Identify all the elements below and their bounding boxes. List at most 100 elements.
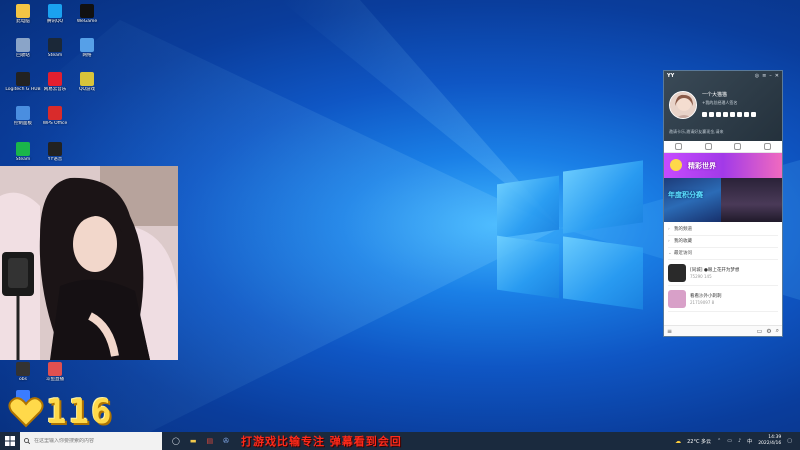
- skin-icon[interactable]: ◎: [755, 73, 759, 79]
- taskbar-app-icon[interactable]: ▤: [206, 437, 213, 445]
- list-item[interactable]: 看看沙外小刺刺 21719097 8: [668, 286, 778, 312]
- search-icon: [24, 438, 30, 444]
- clock[interactable]: 14:39 2022/4/16: [758, 435, 781, 447]
- panel-header: YY ◎ ≡ – ✕ 一个大猫猫 +我的总经理人签名 邀请卡乐,邀请好友赢现金,…: [664, 71, 782, 141]
- desktop-icon-label: 控制面板: [14, 121, 32, 126]
- channel-list[interactable]: › 我的频道 › 我的收藏 ⌄ 最近访问 [同城] ●眼上花开为梦想 75290 14…: [664, 222, 782, 314]
- search-input[interactable]: [34, 438, 154, 444]
- task-view-icon[interactable]: ◯: [172, 437, 180, 445]
- user-name: 一个大猫猫: [702, 92, 728, 98]
- desktop-icon-label: 回收站: [16, 53, 30, 58]
- system-tray[interactable]: ☁ 22°C 多云 ⌃ ▭ ♪ 中 14:39 2022/4/16 ▢: [675, 435, 800, 447]
- promo-banner[interactable]: 年度积分赛: [664, 178, 782, 222]
- desktop-icon[interactable]: 回收站: [5, 38, 41, 58]
- notification-icon[interactable]: ▢: [787, 438, 792, 444]
- featured-banner[interactable]: 精彩世界: [664, 153, 782, 178]
- desktop-icon[interactable]: WPS Office: [37, 106, 73, 126]
- desktop-icon-label: 斗鱼直播: [46, 377, 64, 382]
- video-icon[interactable]: ▭: [757, 328, 763, 335]
- desktop-icon[interactable]: Steam: [5, 142, 41, 162]
- desktop-icon-label: 腾讯QQ: [46, 19, 64, 24]
- weather-icon[interactable]: ☁: [675, 438, 681, 445]
- yy-main-panel[interactable]: YY ◎ ≡ – ✕ 一个大猫猫 +我的总经理人签名 邀请卡乐,邀请好友赢现金,…: [663, 70, 783, 337]
- desktop-icon-label: WeGame: [76, 19, 98, 24]
- app-icon: [16, 142, 30, 156]
- desktop-icon[interactable]: 网易云音乐: [37, 72, 73, 92]
- file-explorer-icon[interactable]: ▬: [190, 437, 197, 445]
- list-item-favorites[interactable]: › 我的收藏: [668, 236, 778, 248]
- taskbar: ◯ ▬ ▤ ✇ 打游戏比输专注 弹幕看到会回 ☁ 22°C 多云 ⌃ ▭ ♪ 中…: [0, 432, 800, 450]
- webcam-overlay: [0, 166, 178, 360]
- weather-text[interactable]: 22°C 多云: [687, 438, 711, 445]
- app-icon: [48, 362, 62, 376]
- windows-logo: [497, 160, 643, 310]
- apps-tab-icon[interactable]: [763, 143, 771, 150]
- desktop-icon-label: 网络: [82, 53, 92, 58]
- ime-indicator[interactable]: 中: [747, 438, 752, 445]
- desktop-icon-label: Logitech G HUB: [5, 87, 41, 92]
- main-menu-icon[interactable]: ≡: [667, 328, 672, 335]
- app-icon: [48, 38, 62, 52]
- search-icon[interactable]: ⌕: [776, 327, 779, 335]
- desktop-icon-label: WPS Office: [42, 121, 68, 126]
- status-text: 邀请卡乐,邀请好友赢现金,请来: [669, 129, 724, 134]
- network-icon[interactable]: ▭: [727, 438, 732, 444]
- desktop-icon-label: obs: [19, 377, 27, 382]
- list-item[interactable]: [同城] ●眼上花开为梦想 75290 145: [668, 260, 778, 286]
- desktop-icon[interactable]: Logitech G HUB: [5, 72, 41, 92]
- groups-tab-icon[interactable]: [734, 143, 742, 150]
- desktop-icon-label: 网易云音乐: [43, 87, 67, 92]
- close-button[interactable]: ✕: [775, 73, 779, 79]
- app-icon: [48, 72, 62, 86]
- chevron-up-icon[interactable]: ⌃: [717, 438, 721, 444]
- minimize-button[interactable]: –: [769, 73, 772, 79]
- desktop-icon[interactable]: obs: [5, 362, 41, 382]
- desktop-icon[interactable]: 腾讯QQ: [37, 4, 73, 24]
- desktop-icon-label: QQ游戏: [78, 87, 96, 92]
- list-item-my-channels[interactable]: › 我的频道: [668, 224, 778, 236]
- app-icon: [16, 362, 30, 376]
- desktop-icon[interactable]: 斗鱼直播: [37, 362, 73, 382]
- play-icon: [670, 159, 682, 171]
- app-brand: YY: [667, 73, 675, 79]
- avatar[interactable]: [669, 91, 697, 119]
- list-item-recent[interactable]: ⌄ 最近访问: [668, 248, 778, 260]
- steam-icon[interactable]: ✇: [223, 437, 229, 445]
- desktop-icon[interactable]: QQ游戏: [69, 72, 105, 92]
- promo-image: [721, 178, 782, 222]
- danmaku-ticker: 打游戏比输专注 弹幕看到会回: [240, 435, 402, 448]
- app-icon: [80, 72, 94, 86]
- contacts-tab-icon[interactable]: [704, 143, 712, 150]
- settings-icon[interactable]: ⚙: [766, 328, 771, 335]
- app-icon: [80, 38, 94, 52]
- desktop-icon[interactable]: 控制面板: [5, 106, 41, 126]
- desktop-icon-label: Steam: [15, 157, 31, 162]
- home-tab-icon[interactable]: [675, 143, 683, 150]
- desktop-icon[interactable]: YY语音: [37, 142, 73, 162]
- desktop-icon[interactable]: 网络: [69, 38, 105, 58]
- desktop-icon[interactable]: 此电脑: [5, 4, 41, 24]
- desktop-icon-label: 此电脑: [16, 19, 30, 24]
- gift-counter: 116: [8, 392, 113, 432]
- panel-tabs[interactable]: [664, 141, 782, 153]
- desktop-icon[interactable]: WeGame: [69, 4, 105, 24]
- app-icon: [80, 4, 94, 18]
- streamer-camera-image: [0, 166, 178, 360]
- volume-icon[interactable]: ♪: [738, 438, 741, 444]
- menu-icon[interactable]: ≡: [762, 73, 766, 79]
- panel-footer: ≡ ▭ ⚙ ⌕: [664, 325, 782, 336]
- start-button[interactable]: [0, 432, 20, 450]
- windows-icon: [5, 436, 15, 446]
- app-icon: [16, 72, 30, 86]
- app-icon: [16, 106, 30, 120]
- desktop: 此电脑 腾讯QQ WeGame 回收站 Steam 网络 Logitech G HUB 网易云…: [0, 0, 800, 432]
- taskbar-search[interactable]: [20, 432, 162, 450]
- app-icon: [48, 142, 62, 156]
- user-signature[interactable]: +我的总经理人签名: [702, 100, 737, 106]
- heart-icon: [8, 397, 44, 428]
- desktop-icon-label: YY语音: [47, 157, 63, 162]
- desktop-icon[interactable]: Steam: [37, 38, 73, 58]
- app-icon: [48, 106, 62, 120]
- desktop-icon-label: Steam: [47, 53, 63, 58]
- user-badges[interactable]: [702, 112, 756, 117]
